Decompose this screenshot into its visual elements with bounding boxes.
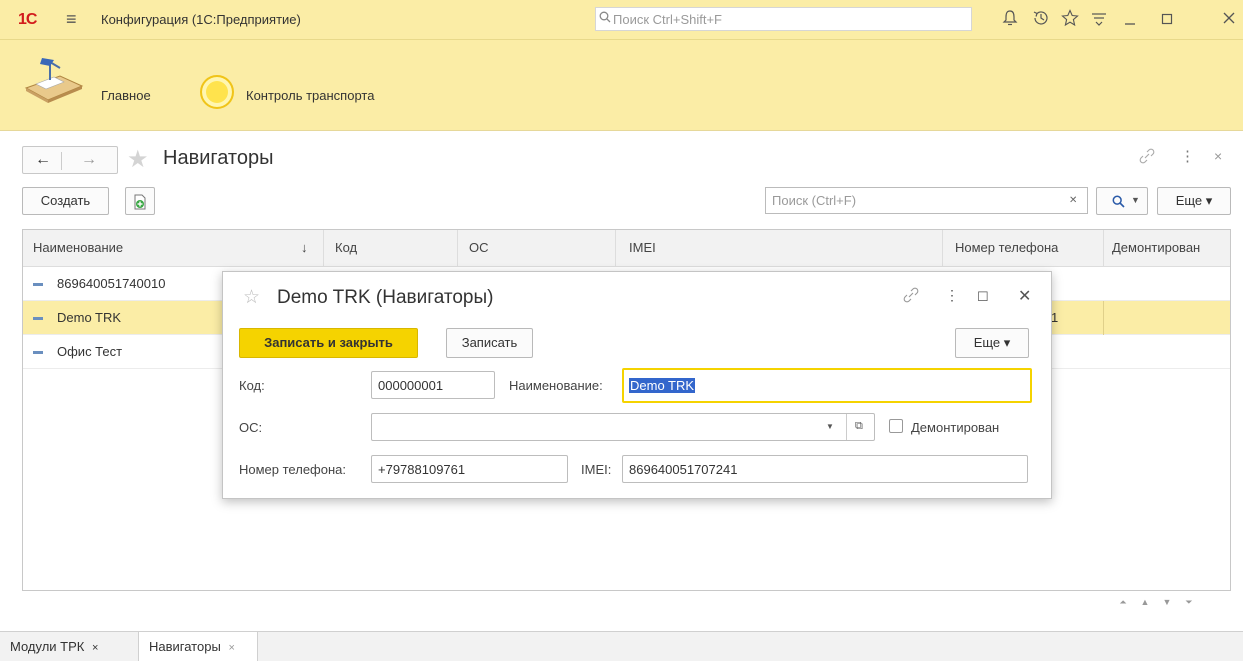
scroll-first-icon[interactable]: ⏶ [1114,597,1132,615]
settings-menu-icon[interactable] [1090,9,1108,32]
app-title: Конфигурация (1С:Предприятие) [101,12,301,27]
tab-modules-trk[interactable]: Модули ТРК × [0,632,139,661]
os-divider [846,414,847,440]
more-actions-icon[interactable]: ⋮ [945,287,959,304]
favorite-star-icon[interactable]: ★ [127,145,149,174]
row-name: 869640051740010 [57,276,166,291]
column-header-dismounted[interactable]: Демонтирован [1112,240,1200,255]
dismounted-label: Демонтирован [911,420,1000,435]
code-label: Код: [239,378,265,393]
save-and-close-button[interactable]: Записать и закрыть [239,328,418,358]
sections-panel: Главное Контроль транспорта [0,40,1243,131]
tab-label: Модули ТРК [10,639,85,654]
tab-navigators[interactable]: Навигаторы × [139,632,258,661]
code-value: 000000001 [378,378,444,393]
list-search-placeholder: Поиск (Ctrl+F) [772,193,857,208]
save-button[interactable]: Записать [446,328,533,358]
history-nav: ← → [22,146,118,174]
close-form-icon[interactable]: × [1214,148,1222,164]
more-button[interactable]: Еще ▾ [1157,187,1231,215]
phone-field[interactable]: +79788109761 [371,455,568,483]
bell-icon[interactable] [1002,9,1018,32]
global-search-placeholder: Поиск Ctrl+Shift+F [613,12,722,27]
title-bar: 1С ≡ Конфигурация (1С:Предприятие) Поиск… [0,0,1243,40]
desk-lamp-icon [24,58,84,103]
create-button[interactable]: Создать [22,187,109,215]
scroll-last-icon[interactable]: ⏷ [1180,597,1198,615]
link-icon[interactable] [902,286,920,308]
row-phone-partial: 1 [1051,310,1059,325]
transport-control-icon [200,75,234,109]
cell-divider [1103,301,1104,335]
column-header-code[interactable]: Код [335,240,357,255]
section-main[interactable]: Главное [0,40,190,131]
maximize-icon[interactable]: ☐ [977,289,989,305]
row-name: Demo TRK [57,310,122,325]
section-main-label: Главное [101,88,151,103]
os-dropdown-icon[interactable]: ▼ [826,422,834,431]
navigator-item-dialog: ☆ Demo TRK (Навигаторы) ⋮ ☐ ✕ Записать и… [222,271,1052,499]
os-label: ОС: [239,420,263,435]
global-search-input[interactable]: Поиск Ctrl+Shift+F [595,7,972,31]
list-search-input[interactable]: Поиск (Ctrl+F) ✕ [765,187,1088,214]
chevron-down-icon: ▼ [1131,195,1140,205]
name-label: Наименование: [509,378,603,393]
tab-label: Навигаторы [149,639,221,654]
row-name: Офис Тест [57,344,123,359]
section-transport-label: Контроль транспорта [246,88,375,103]
link-icon[interactable] [1138,147,1156,169]
close-tab-icon[interactable]: × [228,642,234,654]
more-actions-icon[interactable]: ⋮ [1180,147,1195,165]
item-icon [33,317,43,320]
maximize-icon[interactable] [1160,9,1174,32]
column-header-os[interactable]: ОС [469,240,489,255]
minimize-icon[interactable] [1123,9,1137,32]
open-icon[interactable]: ⧉ [855,420,863,433]
list-form-header: ← → ★ Навигаторы ⋮ × Создать Поиск (Ctrl… [0,131,1243,229]
back-arrow-icon[interactable]: ← [35,151,51,169]
phone-label: Номер телефона: [239,462,346,477]
open-windows-bar: Модули ТРК × Навигаторы × [0,631,1243,661]
copy-button[interactable] [125,187,155,215]
sort-indicator-icon: ↓ [301,240,308,255]
column-header-imei[interactable]: IMEI [629,240,656,255]
item-icon [33,351,43,354]
dialog-more-button[interactable]: Еще ▾ [955,328,1029,358]
item-icon [33,283,43,286]
column-header-name[interactable]: Наименование [33,240,123,255]
favorite-star-icon[interactable]: ☆ [243,286,260,309]
hamburger-menu-icon[interactable]: ≡ [66,9,77,30]
os-field[interactable]: ▼ ⧉ [371,413,875,441]
favorites-star-icon[interactable] [1061,9,1079,32]
dismounted-checkbox[interactable] [889,419,903,433]
search-icon [1112,195,1125,208]
search-icon [599,11,611,26]
clear-search-icon[interactable]: ✕ [1069,195,1077,206]
close-tab-icon[interactable]: × [92,642,98,654]
table-header: Наименование ↓ Код ОС IMEI Номер телефон… [23,230,1230,267]
close-icon[interactable]: ✕ [1018,286,1031,306]
add-copy-icon [134,194,146,210]
name-value: Demo TRK [629,378,696,393]
page-title: Навигаторы [163,147,274,169]
imei-value: 869640051707241 [629,462,738,477]
history-icon[interactable] [1032,9,1050,32]
forward-arrow-icon[interactable]: → [81,151,97,169]
dialog-title: Demo TRK (Навигаторы) [277,287,494,308]
code-field[interactable]: 000000001 [371,371,495,399]
imei-field[interactable]: 869640051707241 [622,455,1028,483]
app-logo: 1С [18,11,37,28]
section-transport[interactable]: Контроль транспорта [190,40,430,131]
imei-label: IMEI: [581,462,612,477]
close-window-icon[interactable] [1222,9,1236,32]
scroll-up-icon[interactable]: ▲ [1136,597,1154,615]
scroll-down-icon[interactable]: ▼ [1158,597,1176,615]
phone-value: +79788109761 [378,462,466,477]
name-field[interactable]: Demo TRK [622,368,1032,403]
nav-divider [61,152,62,170]
search-button[interactable]: ▼ [1096,187,1148,215]
column-header-phone[interactable]: Номер телефона [955,240,1058,255]
